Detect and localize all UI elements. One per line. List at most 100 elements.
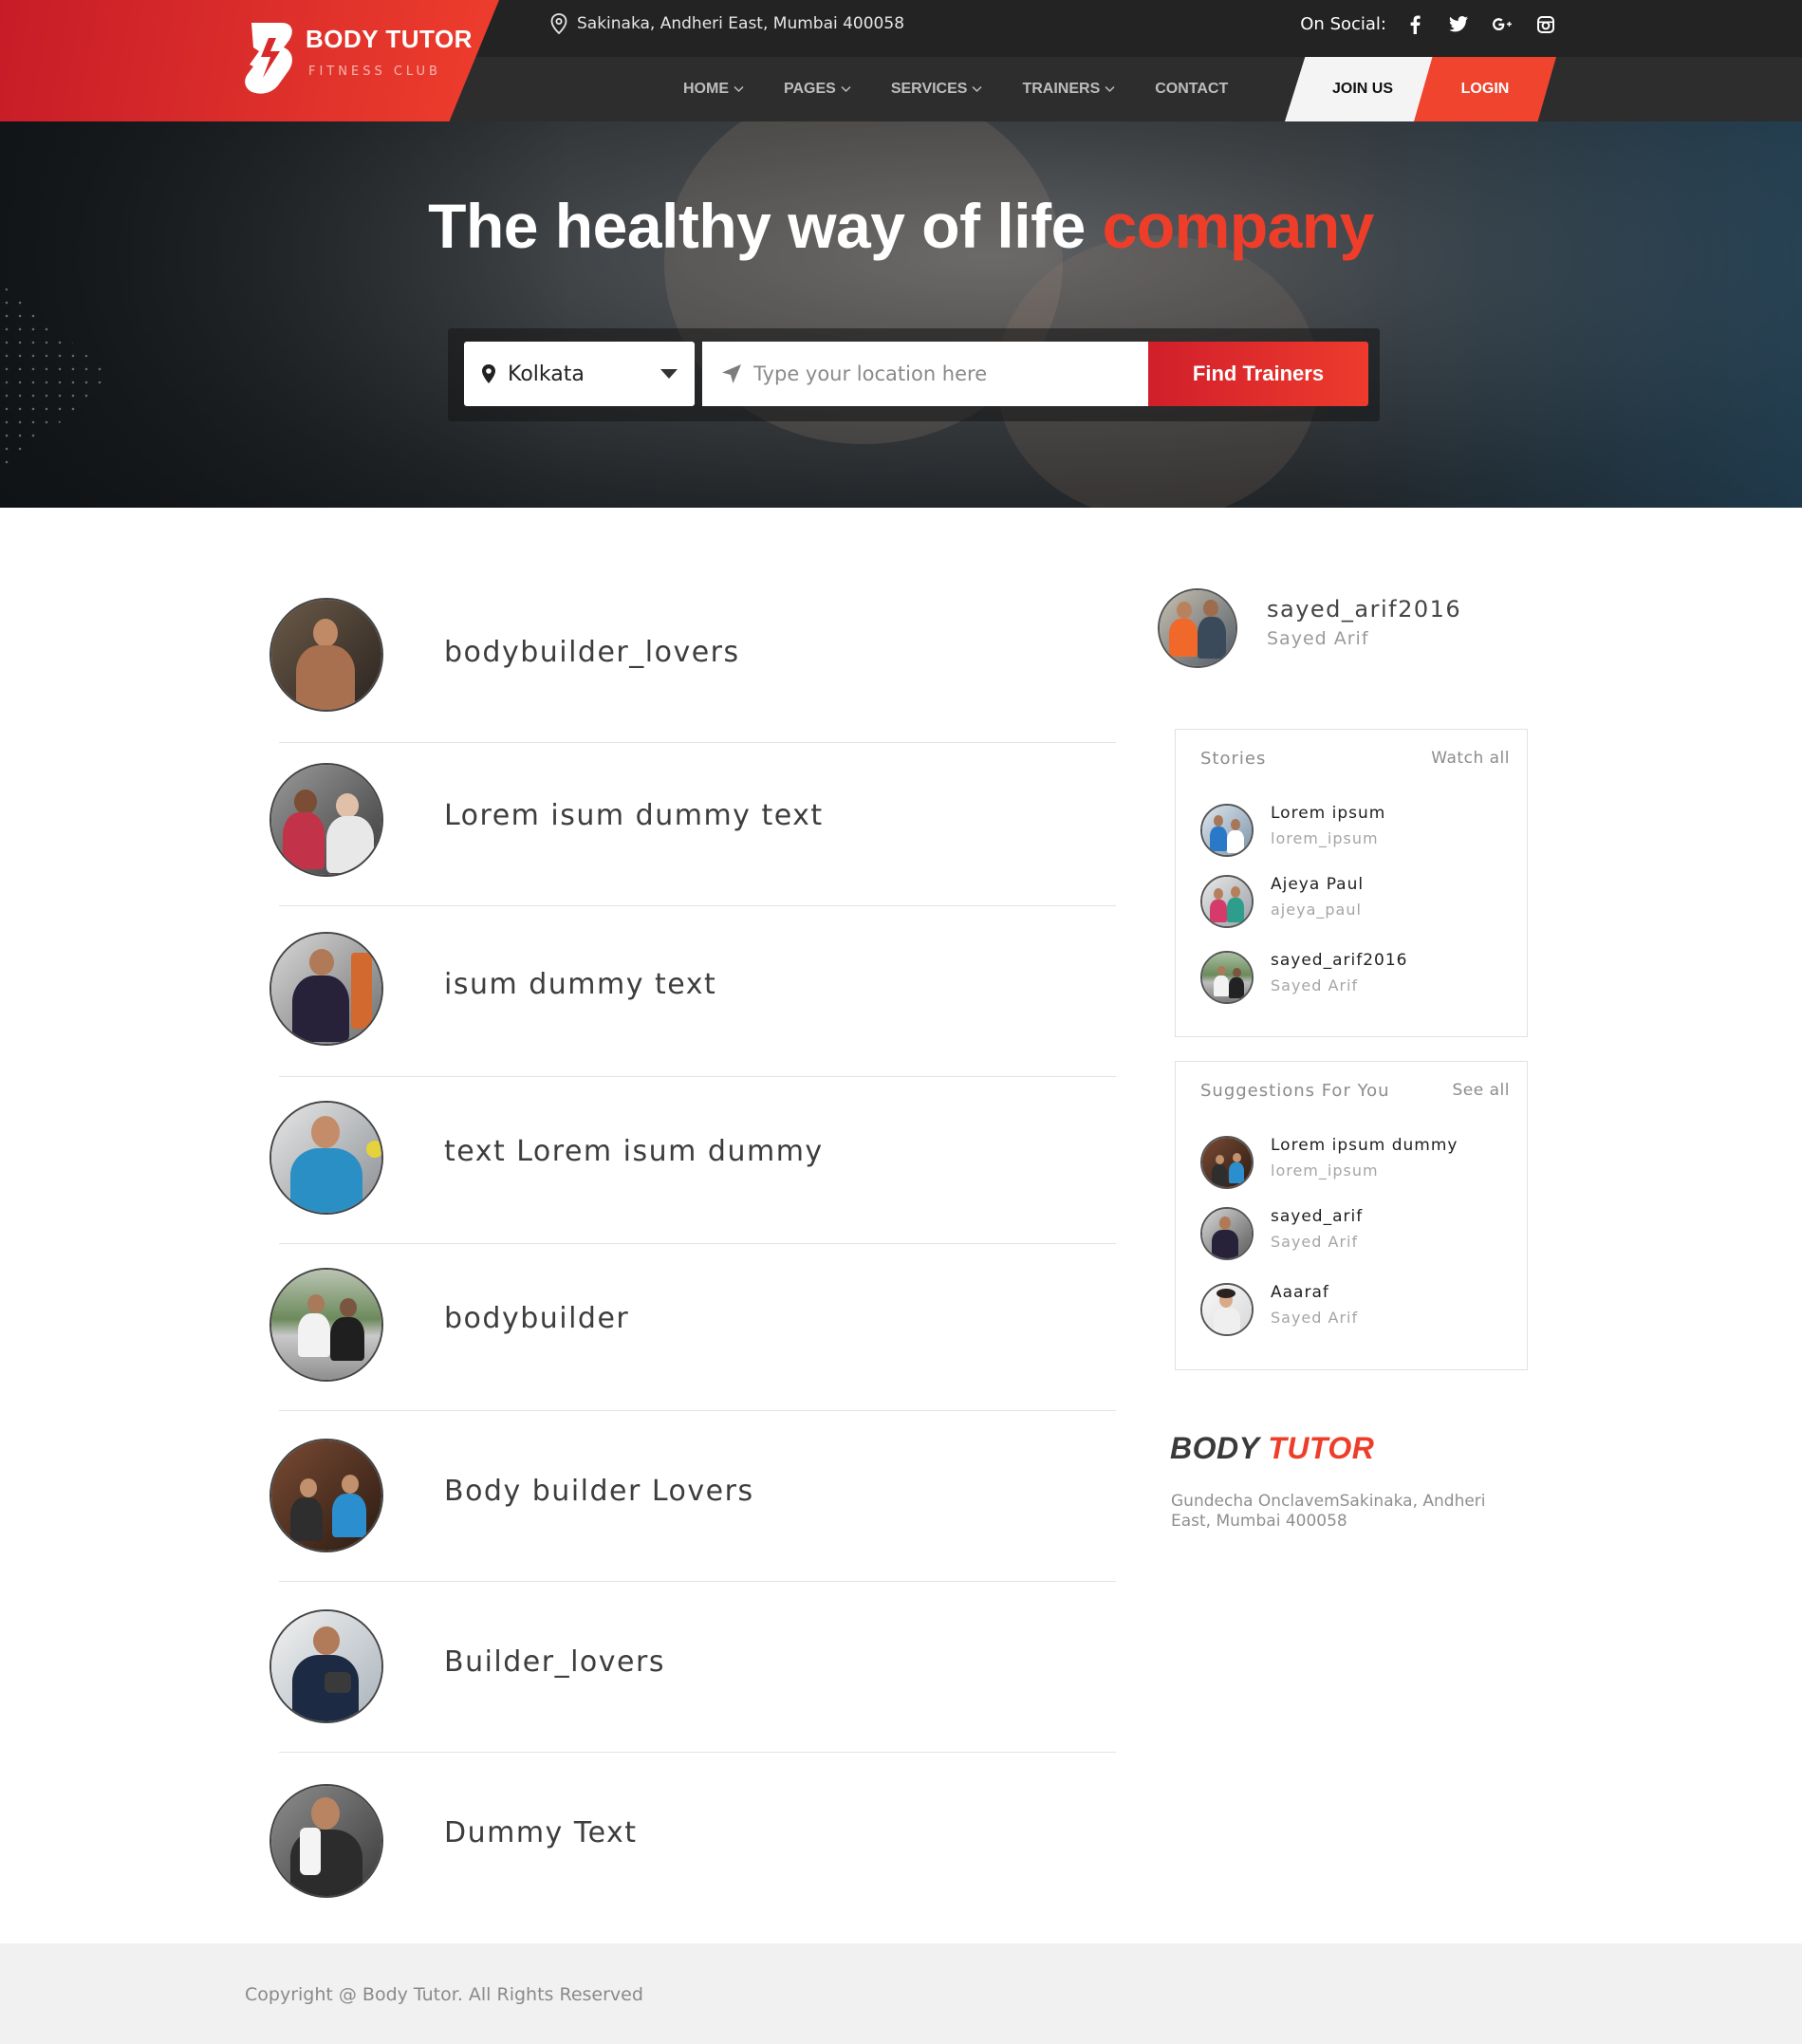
story-subtitle: ajeya_paul <box>1271 901 1362 919</box>
hero-shade <box>0 121 569 508</box>
google-plus-icon[interactable] <box>1493 15 1512 34</box>
avatar[interactable] <box>1200 1207 1254 1260</box>
footer-brand-logo[interactable]: BODY TUTOR <box>1170 1431 1374 1466</box>
avatar[interactable] <box>269 932 383 1046</box>
login-button[interactable]: LOGIN <box>1414 57 1556 121</box>
hero-title-main: The healthy way of life <box>428 191 1103 261</box>
city-select[interactable]: Kolkata <box>464 342 695 406</box>
list-item-name[interactable]: bodybuilder <box>444 1302 629 1335</box>
menu-label: PAGES <box>784 81 836 97</box>
avatar[interactable] <box>269 1784 383 1898</box>
hero-title-accent: company <box>1102 191 1375 261</box>
instagram-icon[interactable] <box>1536 15 1555 34</box>
avatar[interactable] <box>1200 951 1254 1004</box>
main-menu: HOME PAGES SERVICES TRAINERS CONTACT <box>683 57 1228 121</box>
see-all-link[interactable]: See all <box>1453 1081 1510 1100</box>
chevron-down-icon <box>734 85 744 93</box>
avatar[interactable] <box>269 1101 383 1215</box>
suggestion-item[interactable]: sayed_arif Sayed Arif <box>1200 1207 1514 1264</box>
profile-username[interactable]: sayed_arif2016 <box>1267 596 1461 622</box>
suggestions-title: Suggestions For You <box>1200 1081 1390 1101</box>
social-label: On Social: <box>1300 14 1386 34</box>
find-trainers-button[interactable]: Find Trainers <box>1148 342 1368 406</box>
logo-subtitle: FITNESS CLUB <box>308 65 441 79</box>
suggestion-title: Aaaraf <box>1271 1283 1329 1302</box>
divider <box>279 1581 1116 1582</box>
watch-all-link[interactable]: Watch all <box>1431 749 1510 768</box>
chevron-down-icon <box>1105 85 1115 93</box>
social-links: On Social: <box>1300 14 1555 34</box>
story-subtitle: Sayed Arif <box>1271 976 1359 994</box>
header-address: Sakinaka, Andheri East, Mumbai 400058 <box>550 13 904 34</box>
facebook-icon[interactable] <box>1405 15 1424 34</box>
list-item-name[interactable]: Lorem isum dummy text <box>444 799 824 832</box>
menu-item-trainers[interactable]: TRAINERS <box>1022 81 1115 98</box>
story-title: Ajeya Paul <box>1271 875 1365 894</box>
story-item[interactable]: sayed_arif2016 Sayed Arif <box>1200 951 1514 1008</box>
avatar[interactable] <box>1200 1283 1254 1336</box>
city-select-value: Kolkata <box>508 362 585 386</box>
menu-label: HOME <box>683 81 729 97</box>
menu-label: SERVICES <box>890 81 968 97</box>
copyright-text: Copyright @ Body Tutor. All Rights Reser… <box>245 1984 643 2005</box>
suggestion-item[interactable]: Aaaraf Sayed Arif <box>1200 1283 1514 1340</box>
suggestion-subtitle: Sayed Arif <box>1271 1309 1359 1327</box>
chevron-down-icon <box>841 85 851 93</box>
chevron-down-icon <box>972 85 982 93</box>
menu-item-home[interactable]: HOME <box>683 81 744 98</box>
list-item-name[interactable]: isum dummy text <box>444 968 716 1001</box>
menu-item-pages[interactable]: PAGES <box>784 81 851 98</box>
divider <box>279 1243 1116 1244</box>
map-pin-icon <box>550 13 567 34</box>
avatar[interactable] <box>269 1268 383 1382</box>
location-field[interactable] <box>702 342 1148 406</box>
site-header: BODY TUTOR FITNESS CLUB Sakinaka, Andher… <box>0 0 1802 121</box>
hero-shade <box>1309 121 1802 508</box>
avatar[interactable] <box>269 598 383 712</box>
navigation-arrow-icon <box>722 364 741 383</box>
menu-item-contact[interactable]: CONTACT <box>1155 81 1228 98</box>
logo-title[interactable]: BODY TUTOR <box>306 25 473 54</box>
list-item-name[interactable]: Body builder Lovers <box>444 1475 754 1508</box>
avatar[interactable] <box>1200 804 1254 857</box>
brand-main: BODY <box>1170 1431 1269 1465</box>
twitter-icon[interactable] <box>1449 15 1468 34</box>
avatar[interactable] <box>1200 875 1254 928</box>
list-item-name[interactable]: text Lorem isum dummy <box>444 1135 824 1168</box>
suggestion-subtitle: Sayed Arif <box>1271 1233 1359 1251</box>
story-title: Lorem ipsum <box>1271 804 1386 823</box>
suggestion-subtitle: lorem_ipsum <box>1271 1161 1379 1180</box>
list-item-name[interactable]: bodybuilder_lovers <box>444 636 740 669</box>
avatar[interactable] <box>269 1609 383 1723</box>
brand-address: Gundecha OnclavemSakinaka, Andheri East,… <box>1171 1492 1486 1531</box>
suggestion-title: Lorem ipsum dummy <box>1271 1136 1458 1155</box>
divider <box>279 742 1116 743</box>
suggestion-title: sayed_arif <box>1271 1207 1364 1226</box>
logo-icon[interactable] <box>240 19 299 97</box>
divider <box>279 1076 1116 1077</box>
hero-banner <box>0 121 1802 508</box>
location-pin-icon <box>482 364 495 383</box>
menu-item-services[interactable]: SERVICES <box>891 81 983 98</box>
divider <box>279 905 1116 906</box>
divider <box>279 1410 1116 1411</box>
profile-name: Sayed Arif <box>1267 628 1369 649</box>
stories-card: Stories Watch all Lorem ipsum lorem_ipsu… <box>1175 729 1528 1037</box>
avatar[interactable] <box>269 1439 383 1552</box>
menu-label: CONTACT <box>1155 81 1229 97</box>
story-subtitle: lorem_ipsum <box>1271 829 1379 847</box>
avatar[interactable] <box>1200 1136 1254 1189</box>
divider <box>279 1752 1116 1753</box>
story-item[interactable]: Ajeya Paul ajeya_paul <box>1200 875 1514 932</box>
profile-avatar[interactable] <box>1158 588 1237 668</box>
location-input[interactable] <box>753 362 1133 385</box>
story-title: sayed_arif2016 <box>1271 951 1408 970</box>
menu-label: TRAINERS <box>1022 81 1101 97</box>
story-item[interactable]: Lorem ipsum lorem_ipsum <box>1200 804 1514 861</box>
suggestions-card: Suggestions For You See all Lorem ipsum … <box>1175 1061 1528 1370</box>
hero-title: The healthy way of life company <box>0 190 1802 262</box>
suggestion-item[interactable]: Lorem ipsum dummy lorem_ipsum <box>1200 1136 1514 1193</box>
avatar[interactable] <box>269 763 383 877</box>
list-item-name[interactable]: Dummy Text <box>444 1816 638 1849</box>
list-item-name[interactable]: Builder_lovers <box>444 1645 665 1679</box>
